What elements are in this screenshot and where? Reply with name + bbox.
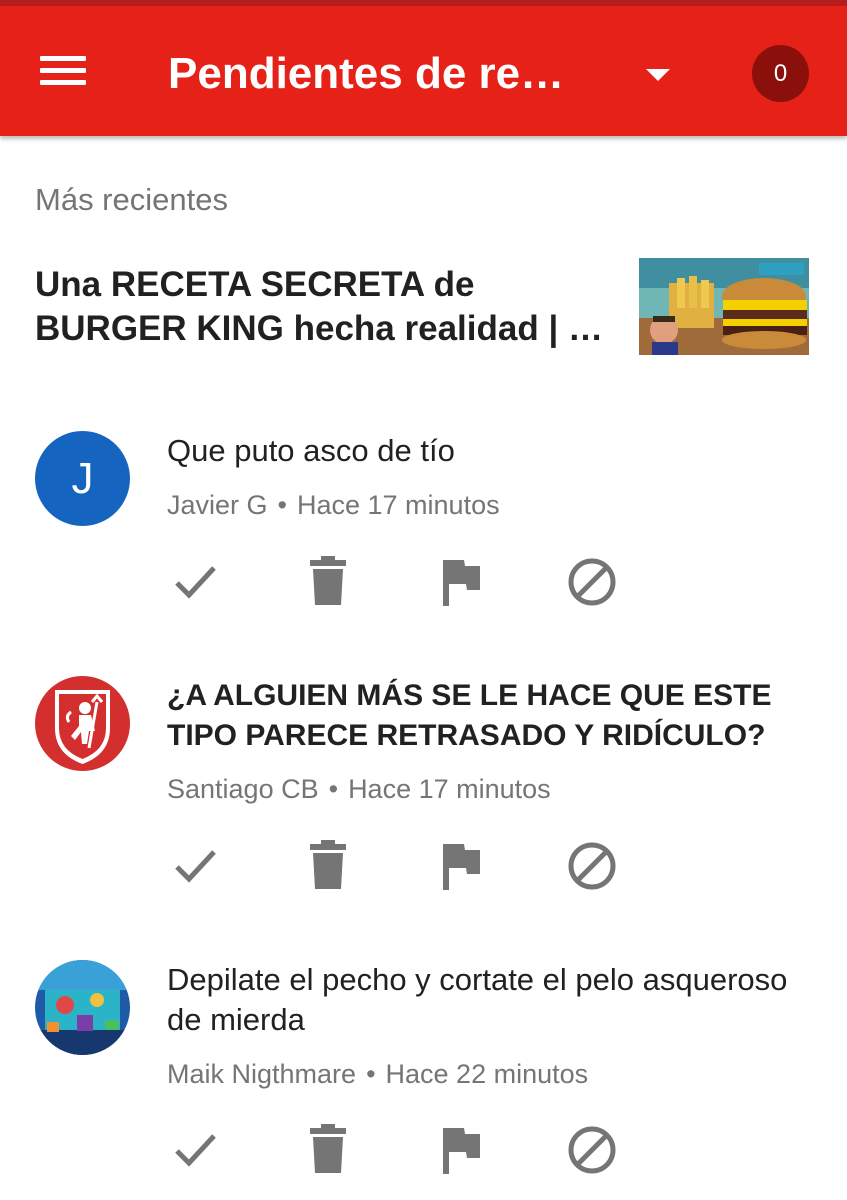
approve-check-icon[interactable] [166, 1120, 226, 1180]
comment-author[interactable]: Santiago CB [167, 774, 319, 804]
video-title[interactable]: Una RECETA SECRETA de BURGER KING hecha … [35, 263, 625, 351]
flag-icon[interactable] [431, 552, 491, 612]
blue-game-scene-avatar [35, 960, 130, 1055]
comment-text: ¿A ALGUIEN MÁS SE LE HACE QUE ESTE TIPO … [167, 679, 772, 752]
avatar[interactable]: J [35, 431, 130, 526]
separator-dot: • [328, 774, 339, 804]
separator-dot: • [366, 1059, 376, 1089]
comment-text: Que puto asco de tío [167, 433, 455, 468]
comment-time: Hace 22 minutos [385, 1059, 589, 1089]
comment-time: Hace 17 minutos [296, 490, 500, 520]
comment-author[interactable]: Maik Nigthmare [167, 1059, 356, 1089]
comment-time: Hace 17 minutos [348, 774, 551, 804]
avatar[interactable] [35, 676, 130, 771]
comment-actions [0, 1120, 847, 1180]
dropdown-arrow-icon[interactable] [630, 54, 686, 98]
comment-meta: Santiago CB • Hace 17 minutos [167, 772, 551, 806]
block-icon[interactable] [562, 1120, 622, 1180]
approve-check-icon[interactable] [166, 836, 226, 896]
avatar[interactable] [35, 960, 130, 1055]
flag-icon[interactable] [431, 836, 491, 896]
comment-actions [0, 836, 847, 896]
page-title: Pendientes de rev… [168, 49, 588, 98]
approve-check-icon[interactable] [166, 552, 226, 612]
block-icon[interactable] [562, 836, 622, 896]
section-label: Más recientes [35, 182, 228, 217]
comment-actions [0, 552, 847, 612]
comment-meta: Maik Nigthmare • Hace 22 minutos [167, 1057, 588, 1091]
red-shield-devil-icon [35, 676, 130, 771]
comment-meta: Javier G • Hace 17 minutos [167, 488, 500, 522]
menu-icon[interactable] [28, 42, 98, 98]
comment-text: Depilate el pecho y cortate el pelo asqu… [167, 962, 788, 1037]
video-thumbnail[interactable] [639, 258, 809, 355]
delete-trash-icon[interactable] [298, 1120, 358, 1180]
block-icon[interactable] [562, 552, 622, 612]
app-bar: Pendientes de rev… 0 [0, 6, 847, 136]
delete-trash-icon[interactable] [298, 836, 358, 896]
delete-trash-icon[interactable] [298, 552, 358, 612]
comment-author[interactable]: Javier G [167, 490, 268, 520]
separator-dot: • [277, 490, 287, 520]
notification-count-badge[interactable]: 0 [752, 45, 809, 102]
flag-icon[interactable] [431, 1120, 491, 1180]
